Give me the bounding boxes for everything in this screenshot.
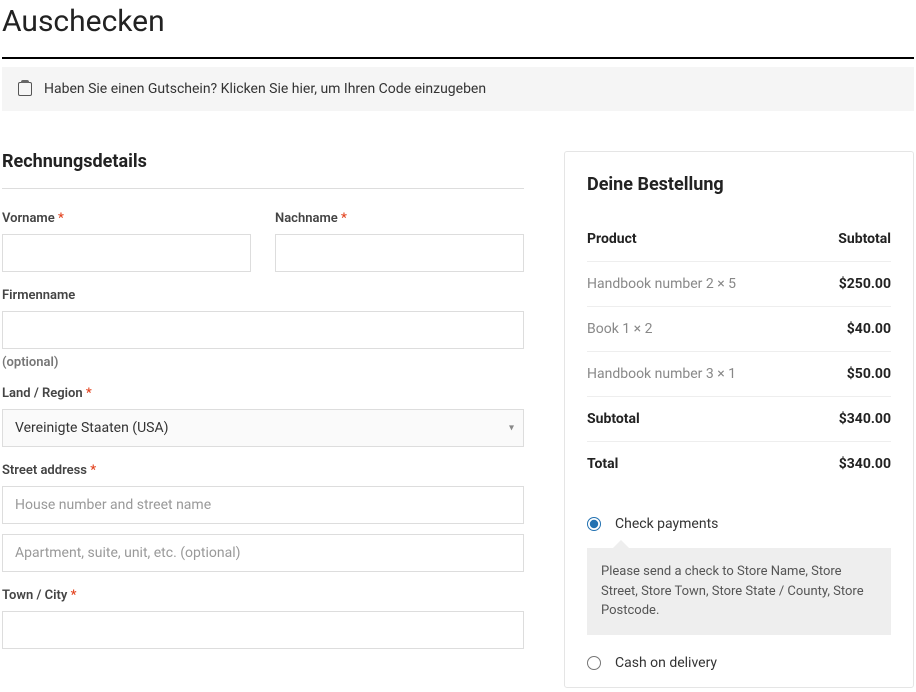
street-address-2-input[interactable] <box>2 534 524 572</box>
order-item-price: $50.00 <box>847 366 891 382</box>
payment-cod-option[interactable]: Cash on delivery <box>587 649 891 677</box>
billing-form: Rechnungsdetails Vorname * Nachname * Fi… <box>2 151 524 665</box>
coupon-icon <box>18 82 32 96</box>
payment-check-radio[interactable] <box>587 517 601 531</box>
payment-cod-label: Cash on delivery <box>615 655 717 671</box>
title-divider <box>2 57 914 59</box>
street-address-label: Street address * <box>2 463 524 478</box>
order-col-subtotal: Subtotal <box>838 231 891 247</box>
order-item-row: Handbook number 3 × 1 $50.00 <box>587 352 891 397</box>
order-item-price: $250.00 <box>839 276 891 292</box>
coupon-banner: Haben Sie einen Gutschein? Klicken Sie h… <box>2 67 914 111</box>
company-optional-note: (optional) <box>2 355 524 370</box>
order-item-name: Handbook number 2 × 5 <box>587 276 736 292</box>
country-select[interactable]: Vereinigte Staaten (USA) <box>2 409 524 447</box>
country-label: Land / Region * <box>2 386 524 401</box>
order-item-name: Handbook number 3 × 1 <box>587 366 736 382</box>
coupon-question: Haben Sie einen Gutschein? <box>44 81 217 97</box>
payment-check-description: Please send a check to Store Name, Store… <box>587 548 891 635</box>
payment-cod-radio[interactable] <box>587 656 601 670</box>
page-title: Auschecken <box>2 4 914 39</box>
city-input[interactable] <box>2 611 524 649</box>
last-name-label: Nachname * <box>275 211 524 226</box>
street-address-1-input[interactable] <box>2 486 524 524</box>
company-input[interactable] <box>2 311 524 349</box>
order-total-value: $340.00 <box>839 456 891 472</box>
payment-check-label: Check payments <box>615 516 718 532</box>
last-name-input[interactable] <box>275 234 524 272</box>
billing-heading: Rechnungsdetails <box>2 151 524 189</box>
order-summary: Deine Bestellung Product Subtotal Handbo… <box>564 151 914 688</box>
order-subtotal-value: $340.00 <box>839 411 891 427</box>
order-col-product: Product <box>587 231 637 247</box>
order-total-row: Total $340.00 <box>587 442 891 486</box>
order-item-name: Book 1 × 2 <box>587 321 652 337</box>
order-item-price: $40.00 <box>847 321 891 337</box>
order-total-label: Total <box>587 456 618 472</box>
order-item-row: Book 1 × 2 $40.00 <box>587 307 891 352</box>
coupon-toggle-link[interactable]: Klicken Sie hier, um Ihren Code einzugeb… <box>221 81 486 97</box>
coupon-text: Haben Sie einen Gutschein? Klicken Sie h… <box>44 81 486 97</box>
order-item-row: Handbook number 2 × 5 $250.00 <box>587 262 891 307</box>
first-name-label: Vorname * <box>2 211 251 226</box>
payment-check-option[interactable]: Check payments <box>587 510 891 538</box>
payment-methods: Check payments Please send a check to St… <box>587 510 891 677</box>
city-label: Town / City * <box>2 588 524 603</box>
order-table-header: Product Subtotal <box>587 217 891 262</box>
first-name-input[interactable] <box>2 234 251 272</box>
order-heading: Deine Bestellung <box>587 174 891 195</box>
order-subtotal-label: Subtotal <box>587 411 640 427</box>
company-label: Firmenname <box>2 288 524 303</box>
order-subtotal-row: Subtotal $340.00 <box>587 397 891 442</box>
